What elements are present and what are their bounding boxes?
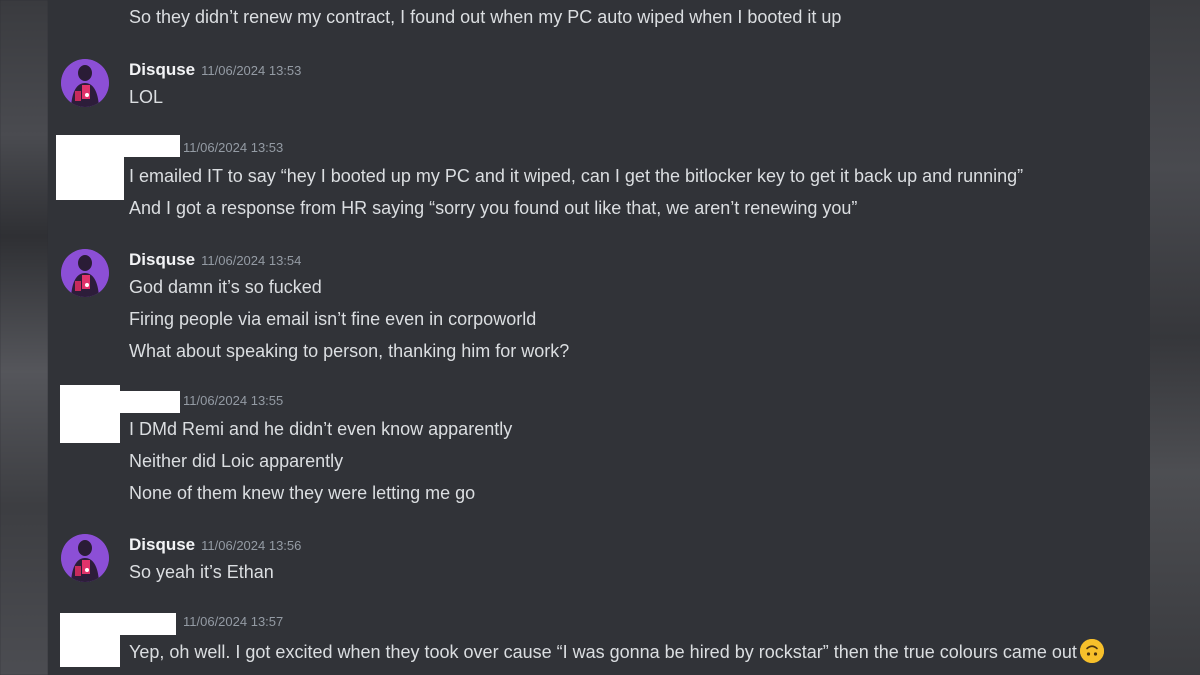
timestamp[interactable]: 11/06/2024 13:53 [201,63,301,78]
timestamp[interactable]: 11/06/2024 13:55 [183,393,283,408]
avatar[interactable] [61,249,109,297]
message-text: LOL [129,87,164,107]
username[interactable]: Disquse [129,535,195,554]
message-text: Firing people via email isn’t fine even … [129,309,537,329]
message-text: And I got a response from HR saying “sor… [129,198,858,218]
redacted-avatar [60,385,120,443]
avatar[interactable] [61,59,109,107]
message-text: So yeah it’s Ethan [129,562,274,582]
timestamp[interactable]: 11/06/2024 13:56 [201,538,301,553]
chat-message-list[interactable]: So they didn’t renew my contract, I foun… [48,0,1150,675]
message-text: Yep, oh well. I got excited when they to… [129,642,1077,662]
message-text: What about speaking to person, thanking … [129,341,570,361]
redacted-avatar [60,613,120,667]
message-header: Disquse 11/06/2024 13:53 [129,59,301,82]
message-text: Neither did Loic apparently [129,451,344,471]
message-text: None of them knew they were letting me g… [129,483,476,503]
timestamp[interactable]: 11/06/2024 13:54 [201,253,301,268]
message-text-row: Yep, oh well. I got excited when they to… [129,639,1104,663]
blurred-right-edge [1150,0,1200,675]
avatar-image-icon [61,59,109,107]
avatar-image-icon [61,534,109,582]
message-header: Disquse 11/06/2024 13:56 [129,534,301,557]
message-header: Disquse 11/06/2024 13:54 [129,249,301,272]
message-text: I DMd Remi and he didn’t even know appar… [129,419,513,439]
avatar-image-icon [61,249,109,297]
message-text: I emailed IT to say “hey I booted up my … [129,166,1024,186]
message-text: So they didn’t renew my contract, I foun… [129,7,842,27]
upside-down-face-icon [1079,639,1104,663]
blurred-left-edge [0,0,48,675]
timestamp[interactable]: 11/06/2024 13:57 [183,614,283,629]
redacted-avatar [56,135,124,200]
upside-down-face-icon[interactable] [1079,639,1104,663]
avatar[interactable] [61,534,109,582]
username[interactable]: Disquse [129,250,195,269]
message-text: God damn it’s so fucked [129,277,322,297]
username[interactable]: Disquse [129,60,195,79]
timestamp[interactable]: 11/06/2024 13:53 [183,140,283,155]
